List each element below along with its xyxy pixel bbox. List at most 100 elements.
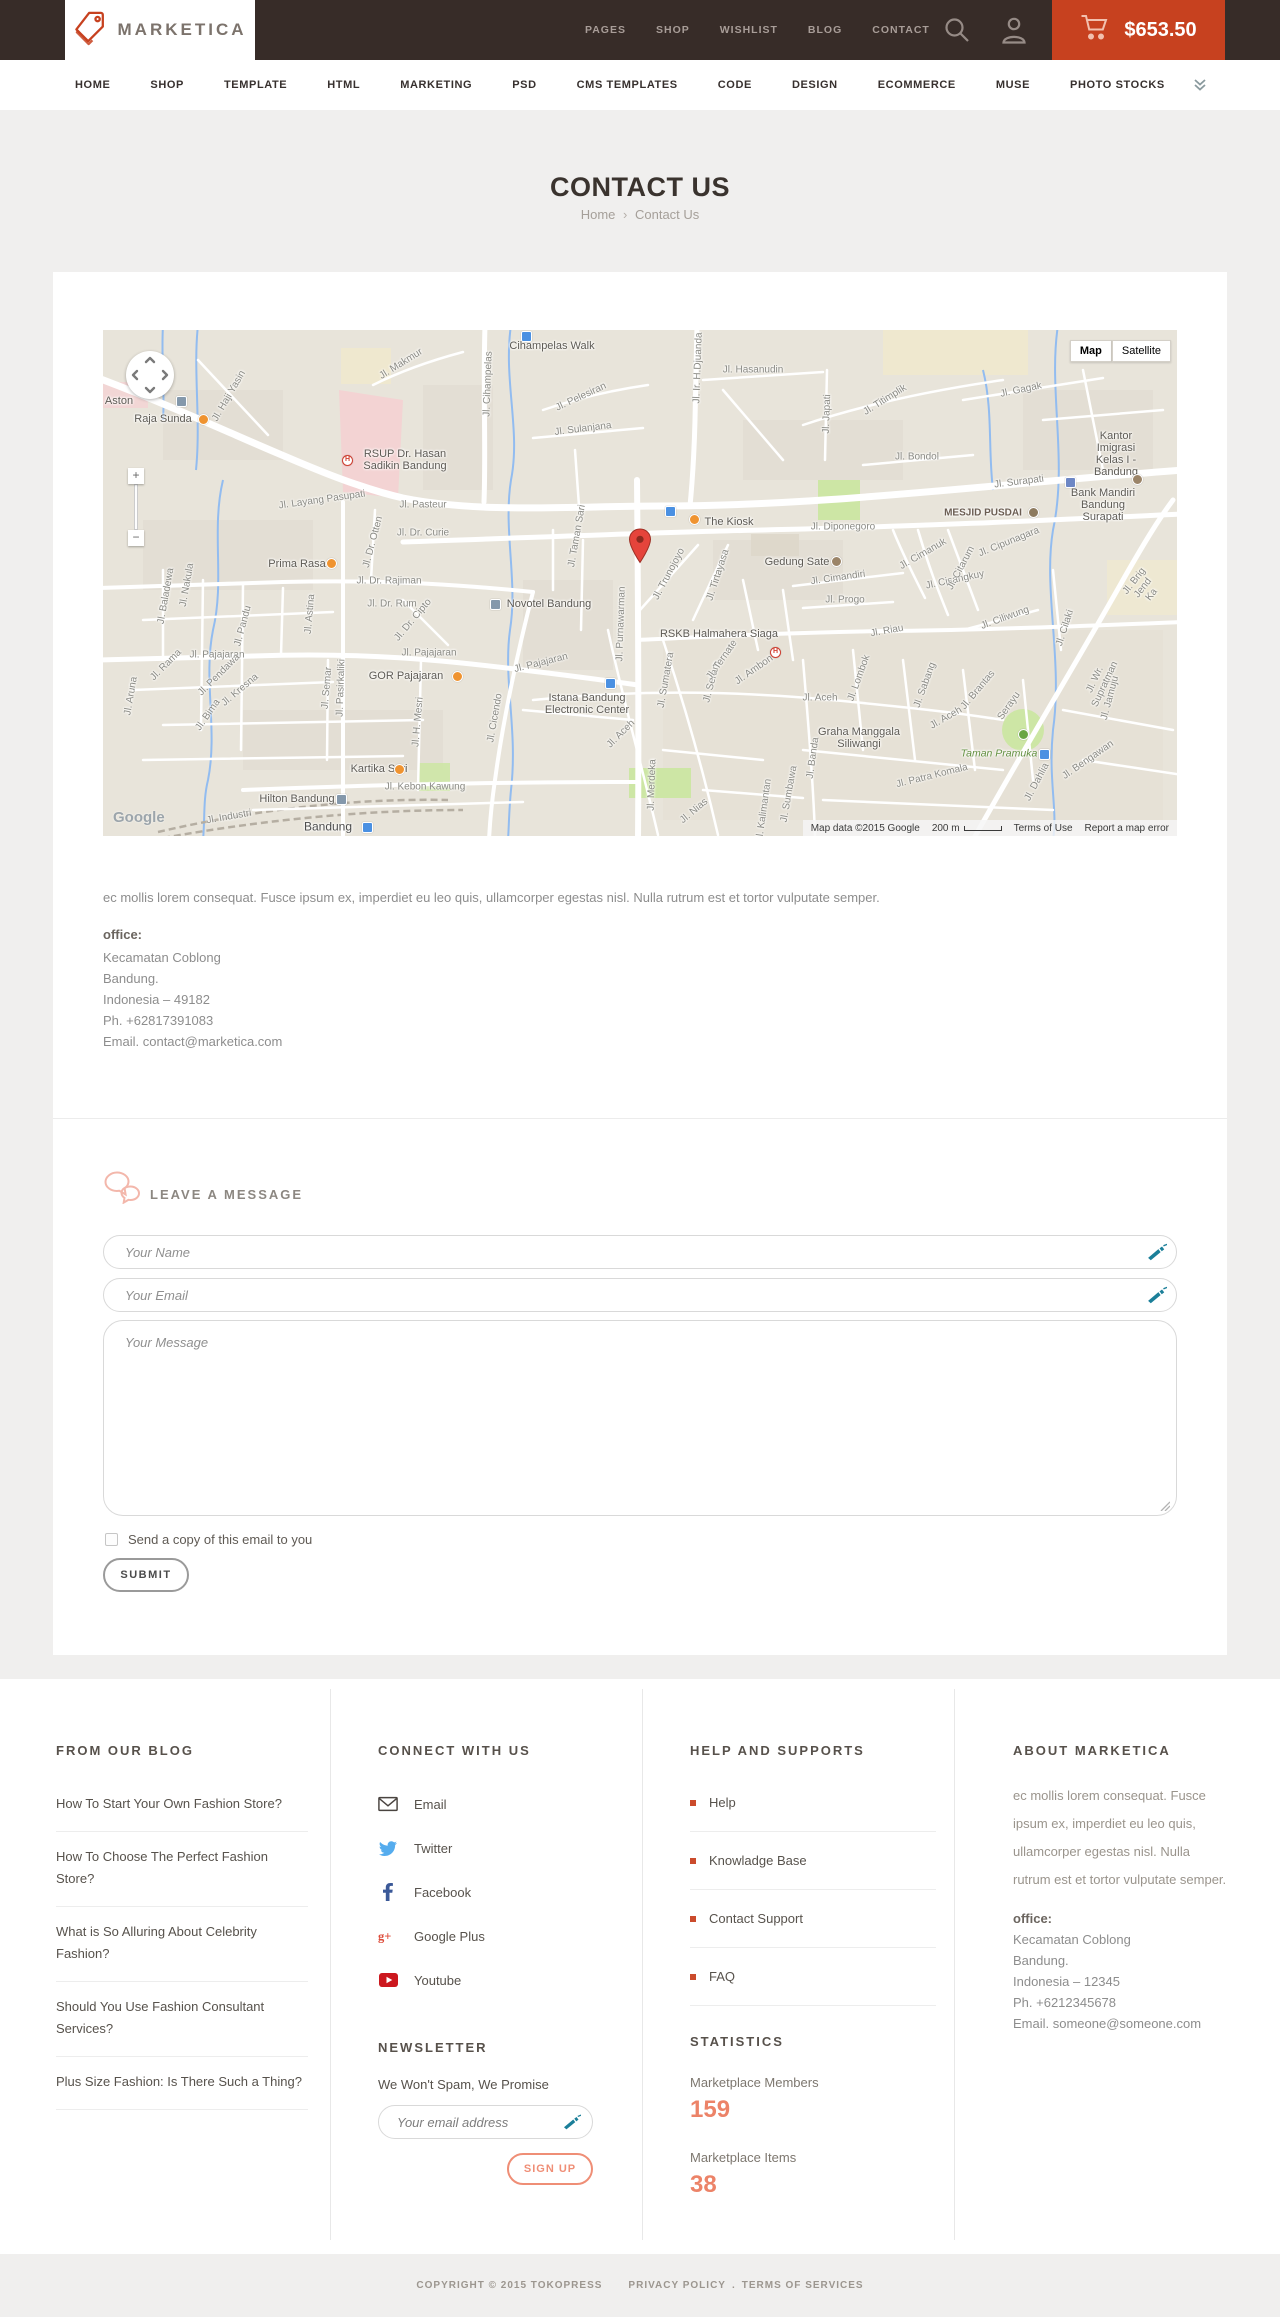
user-icon[interactable] — [1000, 15, 1028, 50]
cart-total: $653.50 — [1124, 18, 1197, 41]
terms-of-use-link[interactable]: Terms of Use — [1014, 823, 1073, 834]
help-link[interactable]: Contact Support — [690, 1890, 936, 1948]
restaurant-poi-icon[interactable] — [326, 558, 337, 569]
lodging-poi-icon[interactable] — [490, 599, 501, 610]
menu-item-psd[interactable]: PSD — [512, 79, 536, 91]
transit-poi-icon[interactable] — [521, 331, 532, 342]
museum-poi-icon[interactable] — [831, 556, 842, 567]
submit-button[interactable]: SUBMIT — [103, 1558, 189, 1592]
social-link-email[interactable]: Email — [378, 1782, 614, 1826]
google-watermark: Google — [113, 809, 165, 826]
menu-item-marketing[interactable]: MARKETING — [400, 79, 472, 91]
help-link[interactable]: Knowladge Base — [690, 1832, 936, 1890]
blog-post-link[interactable]: Should You Use Fashion Consultant Servic… — [56, 1982, 308, 2057]
office-address-line: Indonesia – 49182 — [103, 992, 210, 1007]
report-map-error-link[interactable]: Report a map error — [1085, 823, 1169, 834]
restaurant-poi-icon[interactable] — [452, 671, 463, 682]
social-link-gplus[interactable]: g+ Google Plus — [378, 1914, 614, 1958]
help-link[interactable]: Help — [690, 1774, 936, 1832]
message-textarea[interactable] — [103, 1320, 1177, 1516]
name-input[interactable] — [103, 1235, 1177, 1269]
menu-item-html[interactable]: HTML — [327, 79, 360, 91]
restaurant-poi-icon[interactable] — [394, 764, 405, 775]
help-link[interactable]: FAQ — [690, 1948, 936, 2006]
map-zoom-in-button[interactable]: + — [128, 468, 144, 484]
send-copy-checkbox[interactable] — [105, 1533, 118, 1546]
breadcrumb-home[interactable]: Home — [581, 207, 616, 222]
help-label: Contact Support — [709, 1911, 803, 1926]
menu-bar: HOME SHOP TEMPLATE HTML MARKETING PSD CMS TEMP… — [0, 60, 1280, 110]
blog-post-link[interactable]: Plus Size Fashion: Is There Such a Thing… — [56, 2057, 308, 2110]
blog-post-link[interactable]: How To Start Your Own Fashion Store? — [56, 1779, 308, 1832]
map-zoom-out-button[interactable]: − — [128, 530, 144, 546]
top-nav-item-blog[interactable]: BLOG — [808, 24, 842, 36]
top-nav-item-contact[interactable]: CONTACT — [872, 24, 930, 36]
privacy-policy-link[interactable]: PRIVACY POLICY — [628, 2280, 726, 2291]
facebook-icon — [378, 1883, 398, 1901]
footer-divider — [330, 1689, 331, 2240]
park-poi-icon[interactable] — [1018, 729, 1029, 740]
statistics-block: Marketplace Members 159 Marketplace Items 3… — [690, 2075, 936, 2199]
transit-poi-icon[interactable] — [665, 506, 676, 517]
menu-item-home[interactable]: HOME — [75, 79, 110, 91]
contact-card: Cihampelas Walk Aston Raja Sunda Jl. Haji Y… — [53, 272, 1227, 1655]
help-label: Knowladge Base — [709, 1853, 807, 1868]
transit-poi-icon[interactable] — [362, 822, 373, 833]
social-link-twitter[interactable]: Twitter — [378, 1826, 614, 1870]
hospital-poi-icon[interactable]: H — [770, 647, 781, 658]
breadcrumb: Home › Contact Us — [0, 207, 1280, 222]
top-nav-item-pages[interactable]: PAGES — [585, 24, 626, 36]
tag-icon — [74, 10, 108, 51]
menu-item-cms-templates[interactable]: CMS TEMPLATES — [577, 79, 678, 91]
lodging-poi-icon[interactable] — [176, 396, 187, 407]
social-link-facebook[interactable]: Facebook — [378, 1870, 614, 1914]
transit-poi-icon[interactable] — [1039, 749, 1050, 760]
menu-item-design[interactable]: DESIGN — [792, 79, 838, 91]
stat-value: 159 — [690, 2096, 731, 2123]
send-copy-label[interactable]: Send a copy of this email to you — [128, 1532, 312, 1547]
menu-item-shop[interactable]: SHOP — [150, 79, 184, 91]
top-nav-item-wishlist[interactable]: WISHLIST — [720, 24, 778, 36]
email-input[interactable] — [103, 1278, 1177, 1312]
footer-help-column: HELP AND SUPPORTS Help Knowladge Base Cont… — [690, 1743, 936, 2199]
menu-item-code[interactable]: CODE — [718, 79, 752, 91]
map-button[interactable]: Map — [1069, 340, 1112, 362]
menu-item-ecommerce[interactable]: ECOMMERCE — [878, 79, 956, 91]
newsletter-email-input[interactable] — [378, 2105, 593, 2139]
blog-heading: FROM OUR BLOG — [56, 1743, 194, 1758]
about-office-block: office: Kecamatan Coblong Bandung. Indones… — [1013, 1908, 1229, 2034]
office-address-block: office: Kecamatan Coblong Bandung. Indones… — [103, 924, 282, 1052]
mosque-poi-icon[interactable] — [1028, 507, 1039, 518]
menu-item-muse[interactable]: MUSE — [996, 79, 1030, 91]
restaurant-poi-icon[interactable] — [198, 414, 209, 425]
chat-bubbles-icon — [103, 1170, 141, 1209]
office-address-line: Email. contact@marketica.com — [103, 1034, 283, 1049]
top-nav-item-shop[interactable]: SHOP — [656, 24, 690, 36]
logo[interactable]: MARKETICA — [65, 0, 255, 60]
menu-item-photo-stocks[interactable]: PHOTO STOCKS — [1070, 79, 1165, 91]
map-zoom-slider[interactable] — [134, 484, 138, 530]
map-pan-control[interactable] — [126, 351, 174, 399]
blog-post-link[interactable]: What is So Alluring About Celebrity Fash… — [56, 1907, 308, 1982]
search-icon[interactable] — [943, 16, 971, 49]
chevron-double-down-icon[interactable] — [1192, 77, 1208, 98]
social-link-youtube[interactable]: Youtube — [378, 1958, 614, 2002]
social-label: Twitter — [414, 1840, 453, 1856]
museum-poi-icon[interactable] — [1132, 474, 1143, 485]
satellite-button[interactable]: Satellite — [1111, 340, 1171, 362]
sign-up-button[interactable]: SIGN UP — [507, 2153, 593, 2185]
map-marker-pin[interactable] — [628, 528, 652, 569]
cart-button[interactable]: $653.50 — [1052, 0, 1225, 60]
hospital-poi-icon[interactable]: H — [342, 455, 353, 466]
lodging-poi-icon[interactable] — [336, 794, 347, 805]
google-map[interactable]: Cihampelas Walk Aston Raja Sunda Jl. Haji Y… — [103, 330, 1177, 836]
menu-item-template[interactable]: TEMPLATE — [224, 79, 287, 91]
restaurant-poi-icon[interactable] — [689, 514, 700, 525]
top-nav: PAGES SHOP WISHLIST BLOG CONTACT — [585, 0, 930, 60]
map-data-text: Map data ©2015 Google — [810, 822, 920, 834]
blog-post-link[interactable]: How To Choose The Perfect Fashion Store? — [56, 1832, 308, 1907]
help-label: FAQ — [709, 1969, 736, 1984]
bank-poi-icon[interactable] — [1065, 477, 1076, 488]
transit-poi-icon[interactable] — [605, 678, 616, 689]
terms-of-services-link[interactable]: TERMS OF SERVICES — [742, 2280, 864, 2291]
